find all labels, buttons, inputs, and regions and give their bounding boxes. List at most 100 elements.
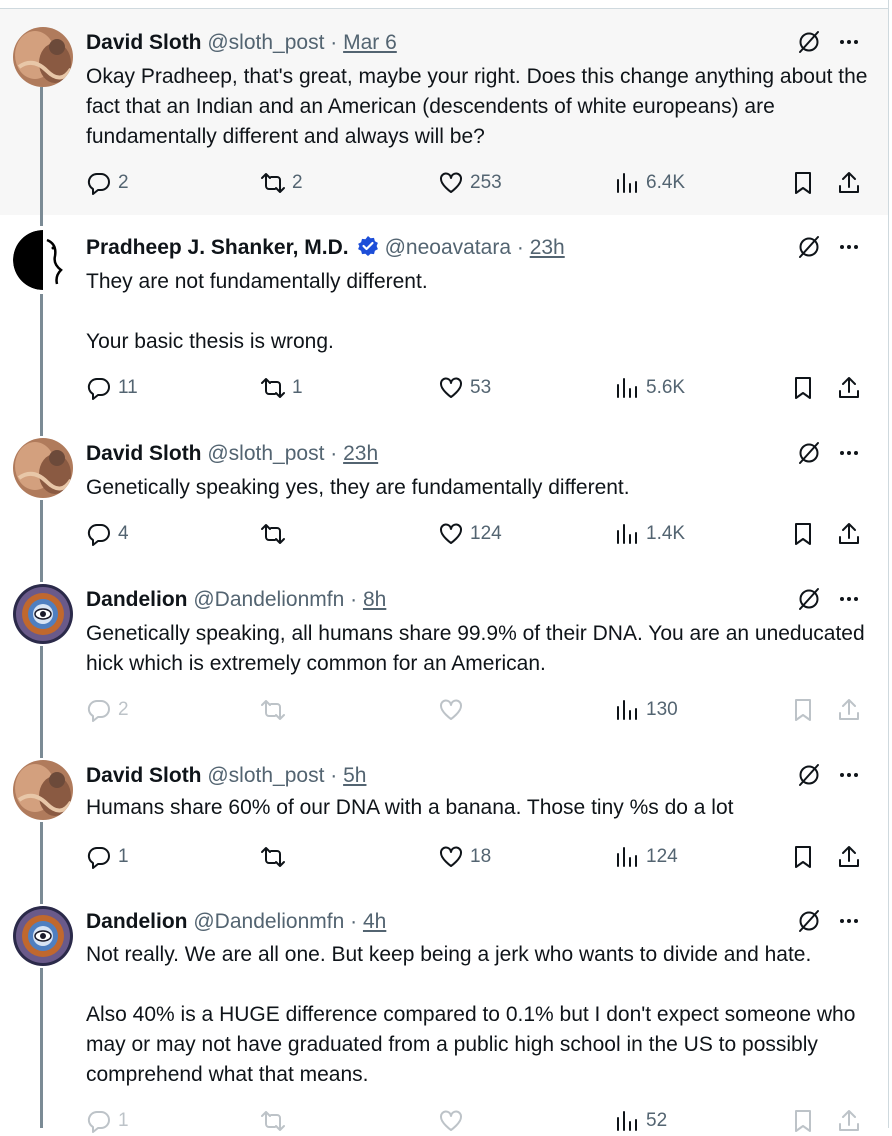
action-bar: 2 2 253 6.4K xyxy=(0,168,888,198)
views-icon xyxy=(617,700,637,720)
author-handle[interactable]: @neoavatara xyxy=(385,236,511,259)
avatar[interactable] xyxy=(13,906,73,966)
view-count: 6.4K xyxy=(646,172,686,193)
avatar[interactable] xyxy=(13,230,73,290)
grok-icon[interactable] xyxy=(796,29,822,55)
share-button[interactable] xyxy=(836,1106,862,1136)
timestamp[interactable]: 23h xyxy=(343,442,378,465)
tweet-text: Okay Pradheep, that's great, maybe your … xyxy=(86,65,874,148)
bookmark-button[interactable] xyxy=(790,168,816,198)
views-button[interactable]: 6.4K xyxy=(614,168,685,198)
more-options-icon[interactable] xyxy=(836,586,862,612)
repost-icon xyxy=(261,1111,285,1131)
thread-line xyxy=(40,738,43,758)
like-button[interactable]: 253 xyxy=(438,168,502,198)
reply-count: 4 xyxy=(118,523,129,544)
like-count: 18 xyxy=(470,846,492,867)
author-name[interactable]: David Sloth xyxy=(86,31,202,54)
reply-count: 11 xyxy=(118,377,138,398)
repost-button[interactable]: 2 xyxy=(260,168,303,198)
repost-button[interactable] xyxy=(260,519,292,549)
avatar[interactable] xyxy=(13,584,73,644)
tweet[interactable]: David Sloth @sloth_post · 5h Humans shar… xyxy=(0,738,888,884)
heart-icon xyxy=(440,846,462,867)
action-bar: 1 18 124 xyxy=(0,842,888,872)
author-name[interactable]: David Sloth xyxy=(86,764,202,787)
grok-icon[interactable] xyxy=(796,762,822,788)
reply-button[interactable]: 1 xyxy=(86,842,129,872)
repost-button[interactable] xyxy=(260,1106,292,1136)
separator-dot: · xyxy=(330,442,338,465)
author-name[interactable]: David Sloth xyxy=(86,442,202,465)
timestamp[interactable]: 5h xyxy=(343,764,366,787)
more-options-icon[interactable] xyxy=(836,440,862,466)
tweet[interactable]: Pradheep J. Shanker, M.D. @neoavatara · 2… xyxy=(0,214,888,414)
reply-button[interactable]: 1 xyxy=(86,1106,129,1136)
avatar[interactable] xyxy=(13,760,73,820)
timestamp[interactable]: 8h xyxy=(363,588,386,611)
share-button[interactable] xyxy=(836,842,862,872)
grok-icon[interactable] xyxy=(796,908,822,934)
bookmark-button[interactable] xyxy=(790,842,816,872)
author-handle[interactable]: @Dandelionmfn xyxy=(193,910,344,933)
reply-button[interactable]: 11 xyxy=(86,373,138,403)
like-button[interactable] xyxy=(438,1106,470,1136)
bookmark-button[interactable] xyxy=(790,519,816,549)
bookmark-button[interactable] xyxy=(790,373,816,403)
share-button[interactable] xyxy=(836,519,862,549)
author-name[interactable]: Dandelion xyxy=(86,588,188,611)
reply-count: 2 xyxy=(118,699,129,720)
like-button[interactable]: 53 xyxy=(438,373,491,403)
like-button[interactable] xyxy=(438,695,470,725)
share-button[interactable] xyxy=(836,695,862,725)
author-handle[interactable]: @sloth_post xyxy=(207,442,324,465)
author-name[interactable]: Pradheep J. Shanker, M.D. xyxy=(86,236,349,259)
tweet-text: Not really. We are all one. But keep bei… xyxy=(86,943,856,1086)
reply-icon xyxy=(87,172,110,195)
views-button[interactable]: 52 xyxy=(614,1106,667,1136)
author-handle[interactable]: @Dandelionmfn xyxy=(193,588,344,611)
grok-icon[interactable] xyxy=(796,440,822,466)
avatar[interactable] xyxy=(13,438,73,498)
author-handle[interactable]: @sloth_post xyxy=(207,764,324,787)
more-options-icon[interactable] xyxy=(836,234,862,260)
grok-icon[interactable] xyxy=(796,234,822,260)
share-button[interactable] xyxy=(836,168,862,198)
repost-button[interactable]: 1 xyxy=(260,373,303,403)
action-bar: 11 1 53 5.6K xyxy=(0,373,888,403)
reply-button[interactable]: 2 xyxy=(86,695,129,725)
share-icon xyxy=(839,523,859,544)
reply-button[interactable]: 2 xyxy=(86,168,129,198)
views-icon xyxy=(617,173,637,193)
bookmark-button[interactable] xyxy=(790,695,816,725)
author-handle[interactable]: @sloth_post xyxy=(207,31,324,54)
bookmark-button[interactable] xyxy=(790,1106,816,1136)
share-icon xyxy=(839,1110,859,1131)
tweet[interactable]: Dandelion @Dandelionmfn · 8h Genetically… xyxy=(0,560,888,738)
repost-button[interactable] xyxy=(260,695,292,725)
views-button[interactable]: 130 xyxy=(614,695,678,725)
views-button[interactable]: 1.4K xyxy=(614,519,685,549)
like-button[interactable]: 124 xyxy=(438,519,502,549)
views-button[interactable]: 124 xyxy=(614,842,678,872)
share-button[interactable] xyxy=(836,373,862,403)
author-name[interactable]: Dandelion xyxy=(86,910,188,933)
views-button[interactable]: 5.6K xyxy=(614,373,685,403)
more-options-icon[interactable] xyxy=(836,908,862,934)
tweet[interactable]: David Sloth @sloth_post · 23h Geneticall… xyxy=(0,414,888,560)
repost-icon xyxy=(261,173,285,193)
reply-count: 2 xyxy=(118,172,129,193)
tweet[interactable]: Dandelion @Dandelionmfn · 4h Not really.… xyxy=(0,884,888,1133)
avatar[interactable] xyxy=(13,27,73,87)
repost-button[interactable] xyxy=(260,842,292,872)
timestamp[interactable]: 23h xyxy=(530,236,565,259)
reply-button[interactable]: 4 xyxy=(86,519,129,549)
timestamp[interactable]: Mar 6 xyxy=(343,31,397,54)
tweet[interactable]: David Sloth @sloth_post · Mar 6 Okay Pra… xyxy=(0,8,888,215)
more-options-icon[interactable] xyxy=(836,29,862,55)
reply-count: 1 xyxy=(118,1110,129,1131)
more-options-icon[interactable] xyxy=(836,762,862,788)
timestamp[interactable]: 4h xyxy=(363,910,386,933)
grok-icon[interactable] xyxy=(796,586,822,612)
like-button[interactable]: 18 xyxy=(438,842,491,872)
